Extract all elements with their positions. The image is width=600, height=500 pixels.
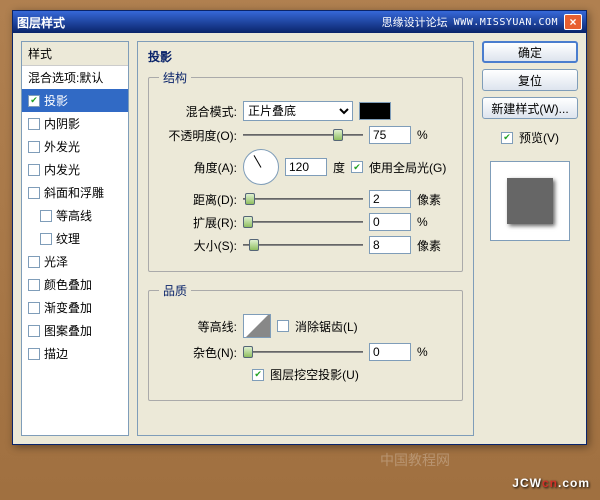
knockout-checkbox[interactable] <box>252 369 264 381</box>
antialias-checkbox[interactable] <box>277 320 289 332</box>
angle-input[interactable] <box>285 158 327 176</box>
noise-slider[interactable] <box>243 345 363 359</box>
size-input[interactable] <box>369 236 411 254</box>
checkbox-icon[interactable] <box>28 348 40 360</box>
checkbox-icon[interactable] <box>28 187 40 199</box>
checkbox-icon[interactable] <box>28 118 40 130</box>
titlebar-subtitle: 思缘设计论坛 <box>382 14 448 30</box>
checkbox-icon[interactable] <box>28 256 40 268</box>
quality-legend: 品质 <box>159 282 191 299</box>
size-label: 大小(S): <box>159 237 237 254</box>
checkbox-icon[interactable] <box>28 164 40 176</box>
spread-label: 扩展(R): <box>159 214 237 231</box>
checkbox-icon[interactable] <box>28 325 40 337</box>
style-item-drop-shadow[interactable]: 投影 <box>22 89 128 112</box>
spread-unit: % <box>417 215 441 229</box>
close-button[interactable]: × <box>564 14 582 30</box>
close-icon: × <box>569 15 576 29</box>
distance-slider[interactable] <box>243 192 363 206</box>
distance-unit: 像素 <box>417 191 441 208</box>
quality-group: 品质 等高线: 消除锯齿(L) 杂色(N): % 图层挖空投影(U) <box>148 282 463 401</box>
preview-swatch <box>507 178 553 224</box>
style-item-satin[interactable]: 光泽 <box>22 250 128 273</box>
style-item-gradient-overlay[interactable]: 渐变叠加 <box>22 296 128 319</box>
preview-checkbox[interactable] <box>501 132 513 144</box>
ok-button[interactable]: 确定 <box>482 41 578 63</box>
noise-label: 杂色(N): <box>159 344 237 361</box>
preview-label: 预览(V) <box>519 129 559 146</box>
antialias-label: 消除锯齿(L) <box>295 318 358 335</box>
style-item-color-overlay[interactable]: 颜色叠加 <box>22 273 128 296</box>
checkbox-icon[interactable] <box>28 302 40 314</box>
knockout-label: 图层挖空投影(U) <box>270 366 359 383</box>
style-list-header: 样式 <box>22 42 128 66</box>
opacity-slider[interactable] <box>243 128 363 142</box>
settings-panel: 投影 结构 混合模式: 正片叠底 不透明度(O): % 角度(A): <box>137 41 474 436</box>
new-style-button[interactable]: 新建样式(W)... <box>482 97 578 119</box>
structure-group: 结构 混合模式: 正片叠底 不透明度(O): % 角度(A): 度 <box>148 69 463 272</box>
checkbox-icon[interactable] <box>28 95 40 107</box>
layer-style-dialog: 图层样式 思缘设计论坛 WWW.MISSYUAN.COM × 样式 混合选项:默… <box>12 10 587 445</box>
checkbox-icon[interactable] <box>40 233 52 245</box>
angle-label: 角度(A): <box>159 159 237 176</box>
preview-box <box>490 161 570 241</box>
contour-picker[interactable] <box>243 314 271 338</box>
blend-mode-select[interactable]: 正片叠底 <box>243 101 353 121</box>
panel-title: 投影 <box>148 48 463 65</box>
checkbox-icon[interactable] <box>28 141 40 153</box>
checkbox-icon[interactable] <box>40 210 52 222</box>
style-subitem-contour[interactable]: 等高线 <box>22 204 128 227</box>
spread-slider[interactable] <box>243 215 363 229</box>
titlebar-url: WWW.MISSYUAN.COM <box>454 17 558 28</box>
watermark-site: JCWcn.com <box>512 466 590 494</box>
watermark-cn: 中国教程网 <box>380 450 450 470</box>
contour-label: 等高线: <box>159 318 237 335</box>
cancel-button[interactable]: 复位 <box>482 69 578 91</box>
blend-mode-label: 混合模式: <box>159 103 237 120</box>
titlebar: 图层样式 思缘设计论坛 WWW.MISSYUAN.COM × <box>13 11 586 33</box>
dialog-title: 图层样式 <box>17 14 65 31</box>
structure-legend: 结构 <box>159 69 191 86</box>
shadow-color-swatch[interactable] <box>359 102 391 120</box>
style-item-inner-shadow[interactable]: 内阴影 <box>22 112 128 135</box>
noise-unit: % <box>417 345 441 359</box>
opacity-unit: % <box>417 128 441 142</box>
noise-input[interactable] <box>369 343 411 361</box>
distance-label: 距离(D): <box>159 191 237 208</box>
opacity-input[interactable] <box>369 126 411 144</box>
size-unit: 像素 <box>417 237 441 254</box>
style-item-pattern-overlay[interactable]: 图案叠加 <box>22 319 128 342</box>
style-subitem-texture[interactable]: 纹理 <box>22 227 128 250</box>
style-item-inner-glow[interactable]: 内发光 <box>22 158 128 181</box>
style-list: 样式 混合选项:默认 投影 内阴影 外发光 内发光 斜面和浮雕 等高线 纹理 光… <box>21 41 129 436</box>
angle-unit: 度 <box>333 159 345 176</box>
global-light-checkbox[interactable] <box>351 161 363 173</box>
opacity-label: 不透明度(O): <box>159 127 237 144</box>
spread-input[interactable] <box>369 213 411 231</box>
right-column: 确定 复位 新建样式(W)... 预览(V) <box>482 41 578 436</box>
style-item-outer-glow[interactable]: 外发光 <box>22 135 128 158</box>
global-light-label: 使用全局光(G) <box>369 159 446 176</box>
angle-dial[interactable] <box>243 149 279 185</box>
style-item-stroke[interactable]: 描边 <box>22 342 128 365</box>
size-slider[interactable] <box>243 238 363 252</box>
checkbox-icon[interactable] <box>28 279 40 291</box>
blend-options-item[interactable]: 混合选项:默认 <box>22 66 128 89</box>
style-item-bevel[interactable]: 斜面和浮雕 <box>22 181 128 204</box>
distance-input[interactable] <box>369 190 411 208</box>
